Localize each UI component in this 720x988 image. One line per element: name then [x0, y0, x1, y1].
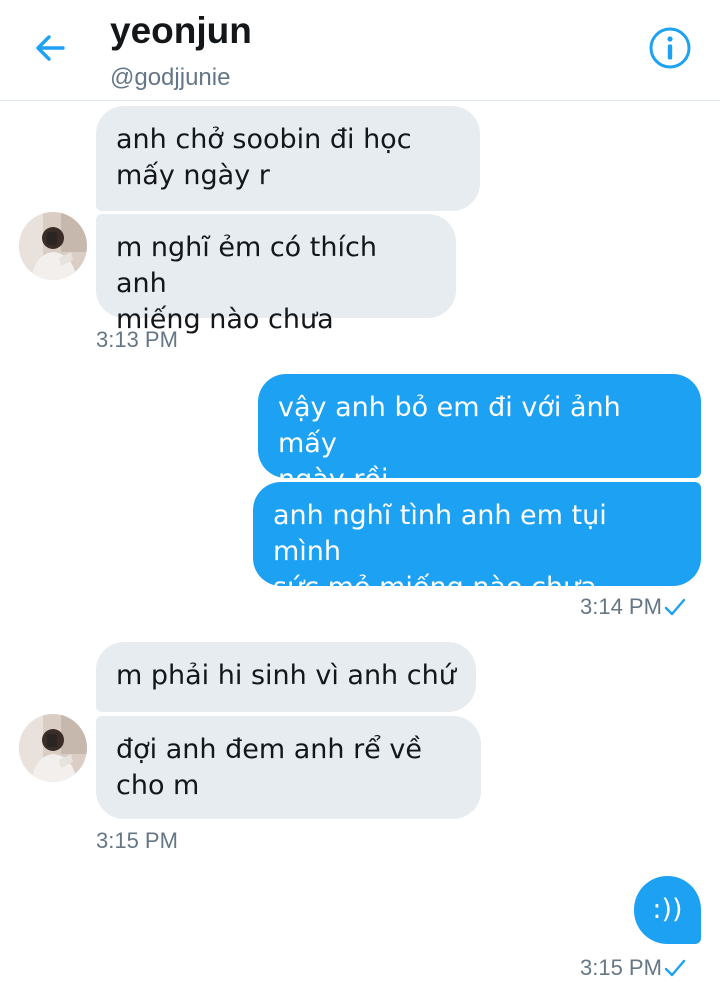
message-bubble-incoming[interactable]: đợi anh đem anh rể về cho m [96, 716, 481, 819]
message-status: 3:15 PM [580, 955, 686, 981]
message-timestamp: 3:15 PM [580, 955, 662, 980]
conversation-title: yeonjun [110, 10, 252, 51]
user-handle: @godjjunie [110, 64, 231, 91]
conversation-header: yeonjun @godjjunie [0, 0, 720, 101]
info-button[interactable] [648, 26, 692, 70]
avatar[interactable] [19, 212, 87, 280]
checkmark-icon [664, 959, 686, 977]
message-bubble-outgoing[interactable]: :)) [634, 876, 701, 944]
avatar[interactable] [19, 714, 87, 782]
avatar-photo-icon [19, 714, 87, 782]
message-bubble-incoming[interactable]: anh chở soobin đi học mấy ngày r [96, 106, 480, 211]
info-icon [649, 27, 691, 69]
message-bubble-outgoing[interactable]: vậy anh bỏ em đi với ảnh mấy ngày rồi [258, 374, 701, 495]
arrow-left-icon [36, 35, 65, 61]
message-timestamp: 3:14 PM [580, 594, 662, 619]
checkmark-icon [664, 598, 686, 616]
avatar-photo-icon [19, 212, 87, 280]
message-timestamp: 3:15 PM [96, 828, 178, 853]
message-timestamp: 3:13 PM [96, 327, 178, 352]
message-bubble-outgoing[interactable]: anh nghĩ tình anh em tụi mình sức mẻ miế… [253, 482, 701, 603]
message-bubble-incoming[interactable]: m phải hi sinh vì anh chứ [96, 642, 476, 712]
message-status: 3:14 PM [580, 594, 686, 620]
back-button[interactable] [28, 28, 72, 68]
message-bubble-incoming[interactable]: m nghĩ ẻm có thích anh miếng nào chưa [96, 214, 456, 335]
